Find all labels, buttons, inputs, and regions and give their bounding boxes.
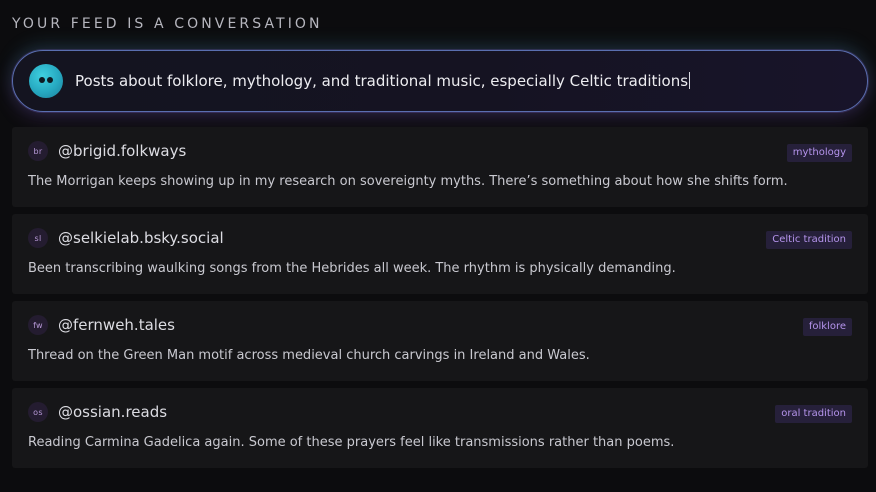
topic-tag[interactable]: folklore <box>802 318 852 336</box>
feed-prompt-text: Posts about folklore, mythology, and tra… <box>75 72 689 90</box>
post-text: The Morrigan keeps showing up in my rese… <box>28 174 788 189</box>
post-handle[interactable]: @selkielab.bsky.social <box>58 229 224 247</box>
post-card[interactable]: fw @fernweh.tales folklore Thread on the… <box>12 301 868 381</box>
bot-face-icon <box>29 64 63 98</box>
post-list: br @brigid.folkways mythology The Morrig… <box>12 127 868 475</box>
post-header: br @brigid.folkways <box>28 141 186 161</box>
topic-tag[interactable]: Celtic tradition <box>766 231 852 249</box>
feed-prompt-box[interactable]: Posts about folklore, mythology, and tra… <box>12 50 868 112</box>
post-handle[interactable]: @fernweh.tales <box>58 316 175 334</box>
feed-page: YOUR FEED IS A CONVERSATION Posts about … <box>0 0 876 492</box>
post-text: Thread on the Green Man motif across med… <box>28 348 590 363</box>
avatar[interactable]: os <box>28 402 48 422</box>
post-handle[interactable]: @brigid.folkways <box>58 142 186 160</box>
avatar[interactable]: sl <box>28 228 48 248</box>
post-text: Reading Carmina Gadelica again. Some of … <box>28 435 675 450</box>
post-handle[interactable]: @ossian.reads <box>58 403 167 421</box>
post-text: Been transcribing waulking songs from th… <box>28 261 676 276</box>
bot-eye-left <box>39 77 45 83</box>
topic-tag[interactable]: mythology <box>786 144 852 162</box>
post-card[interactable]: sl @selkielab.bsky.social Celtic traditi… <box>12 214 868 294</box>
avatar[interactable]: fw <box>28 315 48 335</box>
post-header: os @ossian.reads <box>28 402 167 422</box>
feed-prompt-input[interactable]: Posts about folklore, mythology, and tra… <box>75 72 691 90</box>
topic-tag[interactable]: oral tradition <box>775 405 852 423</box>
post-header: sl @selkielab.bsky.social <box>28 228 224 248</box>
text-caret <box>689 72 691 89</box>
page-heading: YOUR FEED IS A CONVERSATION <box>12 16 323 32</box>
avatar[interactable]: br <box>28 141 48 161</box>
post-header: fw @fernweh.tales <box>28 315 175 335</box>
bot-eye-right <box>47 77 53 83</box>
post-card[interactable]: br @brigid.folkways mythology The Morrig… <box>12 127 868 207</box>
post-card[interactable]: os @ossian.reads oral tradition Reading … <box>12 388 868 468</box>
